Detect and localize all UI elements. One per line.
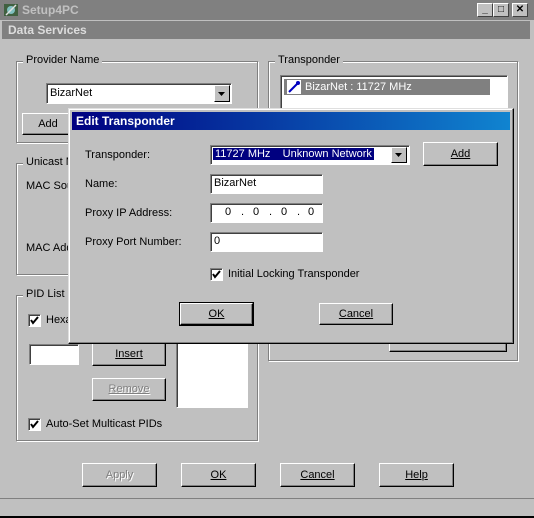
apply-button[interactable]: Apply <box>82 463 157 487</box>
provider-dropdown-value: BizarNet <box>50 87 93 99</box>
dialog-proxy-port-label: Proxy Port Number: <box>85 236 182 248</box>
hex-checkbox[interactable] <box>28 314 41 327</box>
transponder-group-label: Transponder <box>275 54 343 66</box>
initial-locking-checkbox[interactable] <box>210 268 223 281</box>
main-title-bar[interactable]: Setup4PC _ □ ✕ <box>0 0 534 20</box>
checkmark-icon <box>212 270 221 279</box>
checkmark-icon <box>30 420 39 429</box>
satellite-icon <box>4 4 18 16</box>
pid-list-label: PID List <box>23 288 68 300</box>
section-title: Data Services <box>8 23 87 37</box>
cancel-button[interactable]: Cancel <box>280 463 355 487</box>
mac-address-label: MAC Add <box>26 242 73 254</box>
maximize-button[interactable]: □ <box>493 3 509 17</box>
provider-add-button[interactable]: Add <box>22 113 74 135</box>
ok-button[interactable]: OK <box>181 463 256 487</box>
provider-name-label: Provider Name <box>23 54 103 66</box>
remove-button[interactable]: Remove <box>92 378 166 401</box>
transponder-list-item[interactable]: BizarNet : 11727 MHz <box>284 79 490 95</box>
pid-input[interactable] <box>29 344 79 365</box>
ip-dot: . <box>297 206 301 218</box>
mac-source-label: MAC Sou <box>26 180 74 192</box>
dialog-proxy-ip-label: Proxy IP Address: <box>85 207 173 219</box>
ip-octet-3[interactable]: 0 <box>281 206 287 218</box>
ip-octet-2[interactable]: 0 <box>253 206 259 218</box>
dialog-transponder-value: 11727 MHz Unknown Network <box>213 148 374 160</box>
provider-dropdown-arrow[interactable] <box>214 85 230 102</box>
satellite-dish-icon <box>287 80 301 94</box>
data-services-header: Data Services <box>2 21 530 39</box>
dialog-transponder-label: Transponder: <box>85 149 151 161</box>
dialog-ok-button[interactable]: OK <box>179 302 254 326</box>
auto-set-checkbox[interactable] <box>28 418 41 431</box>
edit-transponder-dialog: Edit Transponder Transponder: 11727 MHz … <box>68 108 514 344</box>
chevron-down-icon <box>218 92 225 96</box>
insert-button[interactable]: Insert <box>92 343 166 366</box>
ip-dot: . <box>241 206 245 218</box>
initial-locking-label: Initial Locking Transponder <box>228 268 360 280</box>
dialog-name-label: Name: <box>85 178 118 190</box>
pid-listbox[interactable] <box>176 340 248 408</box>
dialog-cancel-button[interactable]: Cancel <box>319 303 393 325</box>
chevron-down-icon <box>395 153 402 157</box>
dialog-title-bar[interactable]: Edit Transponder <box>72 112 510 130</box>
close-button[interactable]: ✕ <box>512 3 528 17</box>
transponder-list-item-label: BizarNet : 11727 MHz <box>305 81 412 93</box>
window-title: Setup4PC <box>22 3 79 17</box>
dialog-transponder-dropdown[interactable]: 11727 MHz Unknown Network <box>210 145 410 165</box>
dialog-add-button[interactable]: Add <box>423 142 498 166</box>
checkmark-icon <box>30 316 39 325</box>
window-divider <box>0 498 534 499</box>
transponder-list[interactable]: BizarNet : 11727 MHz <box>280 75 508 111</box>
ip-octet-4[interactable]: 0 <box>308 206 314 218</box>
auto-set-label: Auto-Set Multicast PIDs <box>46 418 163 430</box>
minimize-button[interactable]: _ <box>477 3 493 17</box>
dialog-proxy-port-input[interactable]: 0 <box>210 232 323 252</box>
dialog-name-input[interactable]: BizarNet <box>210 174 323 194</box>
dialog-transponder-dropdown-arrow[interactable] <box>391 147 407 163</box>
ip-octet-1[interactable]: 0 <box>225 206 231 218</box>
provider-dropdown[interactable]: BizarNet <box>46 83 232 104</box>
ip-dot: . <box>269 206 273 218</box>
dialog-title: Edit Transponder <box>76 114 175 128</box>
help-button[interactable]: Help <box>379 463 454 487</box>
dialog-proxy-ip-input[interactable]: 0 . 0 . 0 . 0 <box>210 203 323 223</box>
